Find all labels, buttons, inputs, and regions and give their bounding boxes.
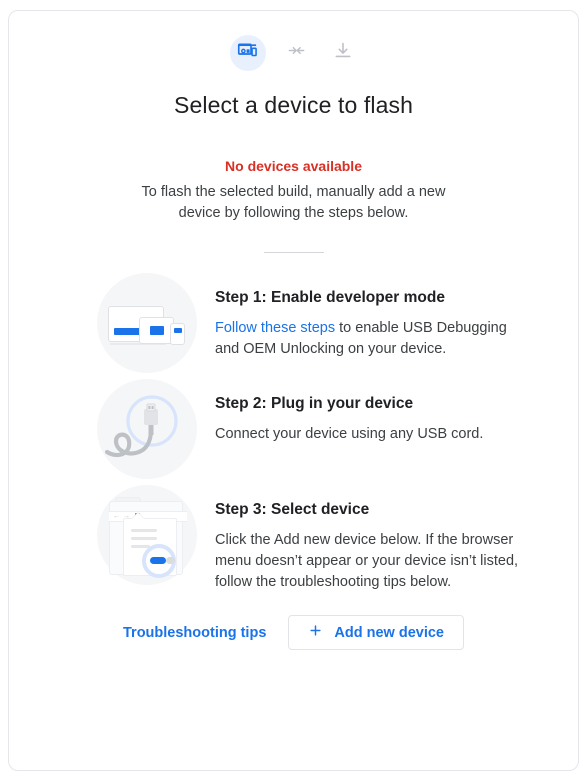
flow-stepper: [9, 11, 578, 71]
step-title: Step 2: Plug in your device: [215, 395, 414, 412]
stepper-step-download[interactable]: [328, 38, 358, 68]
devices-illustration: [97, 273, 197, 373]
popup-text-line: [131, 537, 157, 540]
plus-icon: [308, 623, 323, 642]
step-body: Step 3: Select device Click the Add new …: [215, 485, 520, 593]
steps-list: Step 1: Enable developer mode Follow the…: [9, 273, 578, 593]
selected-device-pill: [150, 557, 166, 564]
browser-back-arrow-icon: ←: [113, 513, 120, 520]
stepper-step-devices[interactable]: [229, 35, 266, 71]
flash-device-card: Select a device to flash No devices avai…: [8, 10, 579, 771]
popup-text-line: [131, 529, 157, 532]
step-item: Step 1: Enable developer mode Follow the…: [9, 273, 578, 373]
status-error-text: No devices available: [225, 158, 362, 174]
phone-shape: [170, 323, 185, 345]
step-text: Follow these steps to enable USB Debuggi…: [215, 318, 520, 360]
add-new-device-button[interactable]: Add new device: [288, 615, 464, 650]
step-item: Step 2: Plug in your device Connect your…: [9, 379, 578, 479]
step-text: Connect your device using any USB cord.: [215, 426, 484, 442]
phone-bar-shape: [174, 328, 182, 333]
step-title: Step 3: Select device: [215, 501, 370, 518]
devices-icon: [237, 40, 258, 66]
step-text: Click the Add new device below. If the b…: [215, 532, 519, 590]
tablet-bar-shape: [150, 326, 164, 335]
stepper-step-converge[interactable]: [282, 38, 312, 68]
browser-menu-illustration: ← →: [97, 485, 197, 585]
browser-popup-notch: [132, 513, 144, 519]
status-description: To flash the selected build, manually ad…: [141, 184, 446, 221]
page-title: Select a device to flash: [174, 92, 413, 118]
status-block: No devices available To flash the select…: [9, 156, 578, 224]
section-divider: [263, 252, 324, 253]
follow-these-steps-link[interactable]: Follow these steps: [215, 320, 335, 336]
usb-cable-shape: [104, 395, 178, 458]
add-new-device-label: Add new device: [334, 624, 444, 641]
step-body: Step 1: Enable developer mode Follow the…: [215, 273, 520, 360]
unselected-device-pill: [166, 557, 175, 564]
step-body: Step 2: Plug in your device Connect your…: [215, 379, 520, 445]
usb-cable-illustration: [97, 379, 197, 479]
footer-actions: Troubleshooting tips Add new device: [9, 615, 578, 650]
step-title: Step 1: Enable developer mode: [215, 289, 445, 306]
converge-arrows-icon: [287, 41, 306, 65]
download-icon: [333, 41, 353, 66]
step-item: ← → Step 3: Select device Click the Add …: [9, 485, 578, 593]
troubleshooting-tips-link[interactable]: Troubleshooting tips: [123, 625, 266, 641]
